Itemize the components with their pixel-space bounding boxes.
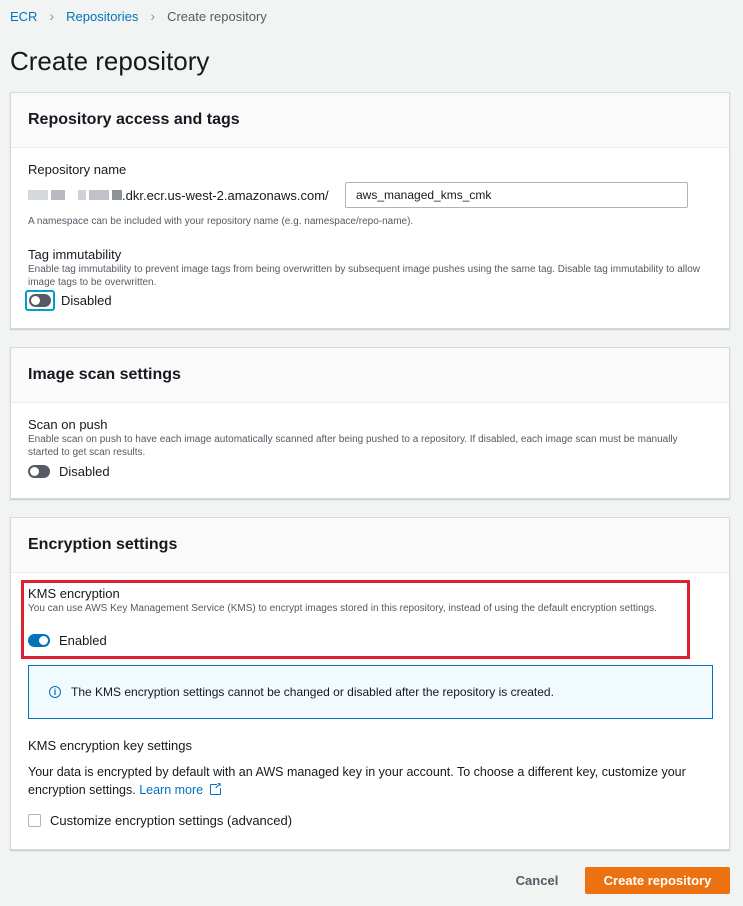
info-icon: i (49, 686, 61, 698)
info-alert: i The KMS encryption settings cannot be … (28, 665, 713, 719)
kms-key-settings-text: Your data is encrypted by default with a… (28, 765, 686, 797)
chevron-right-icon: › (49, 8, 55, 24)
tag-immutability-state: Disabled (61, 293, 112, 308)
tag-immutability-label: Tag immutability (28, 247, 122, 262)
tag-immutability-focus-ring (25, 290, 55, 311)
panel-header: Image scan settings (11, 348, 729, 403)
breadcrumb: ECR › Repositories › Create repository (10, 8, 267, 24)
tag-immutability-row: Disabled (25, 290, 112, 311)
kms-key-settings-label: KMS encryption key settings (28, 738, 193, 753)
repository-name-hint: A namespace can be included with your re… (28, 216, 414, 227)
repository-uri-prefix: .dkr.ecr.us-west-2.amazonaws.com/ (28, 182, 329, 208)
kms-key-settings-description: Your data is encrypted by default with a… (28, 763, 718, 799)
cancel-button[interactable]: Cancel (505, 867, 569, 894)
external-link-icon: ↗ (209, 782, 223, 795)
redacted-account-id (28, 190, 122, 200)
panel-title: Encryption settings (28, 536, 178, 553)
panel-header: Repository access and tags (11, 93, 729, 148)
kms-encryption-description: You can use AWS Key Management Service (… (28, 603, 657, 614)
customize-encryption-label: Customize encryption settings (advanced) (50, 813, 293, 828)
toggle-knob (30, 467, 39, 476)
learn-more-link[interactable]: Learn more ↗ (139, 782, 223, 797)
panel-title: Repository access and tags (28, 111, 240, 128)
info-alert-text: The KMS encryption settings cannot be ch… (71, 685, 554, 699)
scan-on-push-label: Scan on push (28, 417, 108, 432)
kms-encryption-row: Enabled (28, 633, 107, 648)
learn-more-label: Learn more (139, 783, 204, 797)
customize-encryption-option[interactable]: Customize encryption settings (advanced) (28, 813, 292, 828)
create-repository-button[interactable]: Create repository (585, 867, 730, 894)
breadcrumb-current: Create repository (167, 8, 267, 24)
kms-highlight-box (21, 580, 690, 659)
encryption-panel: Encryption settings KMS encryption You c… (10, 517, 730, 850)
repository-access-panel: Repository access and tags Repository na… (10, 92, 730, 329)
toggle-knob (31, 296, 40, 305)
page-title: Create repository (10, 46, 210, 76)
panel-title: Image scan settings (28, 366, 181, 383)
breadcrumb-ecr[interactable]: ECR (10, 9, 37, 24)
scan-on-push-row: Disabled (28, 464, 110, 479)
scan-on-push-description: Enable scan on push to have each image a… (28, 434, 678, 458)
customize-encryption-checkbox[interactable] (28, 814, 41, 827)
breadcrumb-repositories[interactable]: Repositories (66, 9, 138, 24)
tag-immutability-toggle[interactable] (29, 294, 51, 307)
repository-name-label: Repository name (28, 162, 127, 177)
kms-encryption-label: KMS encryption (28, 586, 120, 601)
registry-uri-suffix: .dkr.ecr.us-west-2.amazonaws.com/ (122, 187, 329, 203)
image-scan-panel: Image scan settings Scan on push Enable … (10, 347, 730, 499)
scan-on-push-toggle[interactable] (28, 465, 50, 478)
kms-encryption-state: Enabled (59, 633, 107, 648)
panel-header: Encryption settings (11, 518, 729, 573)
tag-immutability-description: Enable tag immutability to prevent image… (28, 264, 701, 288)
repository-name-input[interactable] (345, 182, 688, 208)
scan-on-push-state: Disabled (59, 464, 110, 479)
chevron-right-icon: › (150, 8, 156, 24)
kms-encryption-toggle[interactable] (28, 634, 50, 647)
toggle-knob (39, 636, 48, 645)
